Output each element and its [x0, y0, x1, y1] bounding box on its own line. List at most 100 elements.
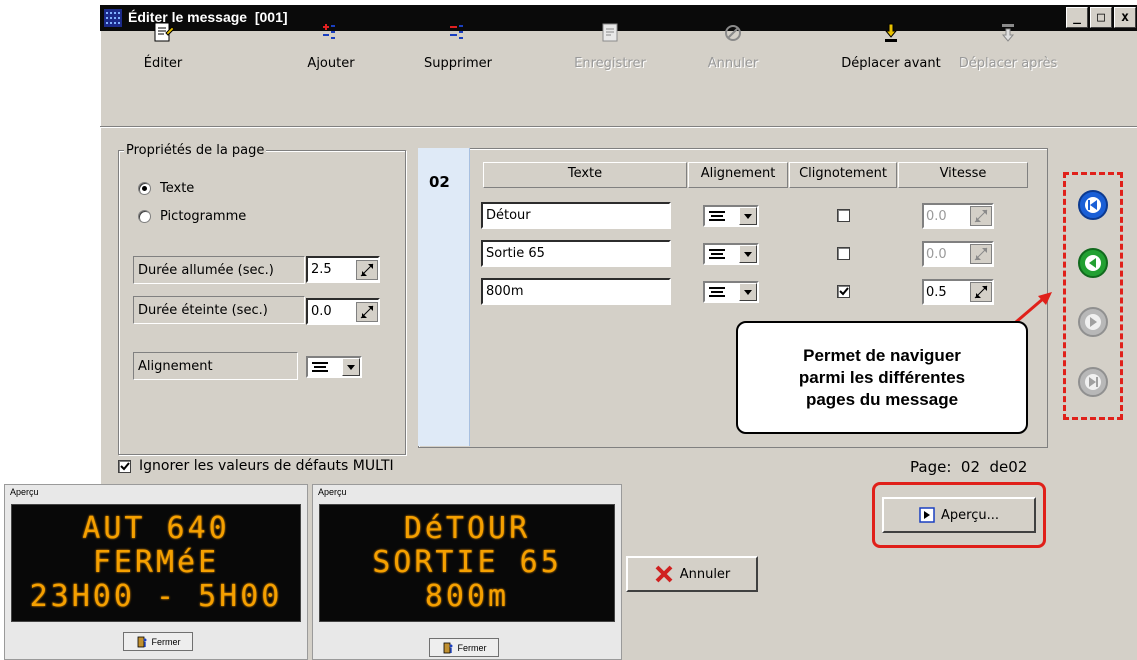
line-3-speed-spinner[interactable]: [970, 282, 992, 302]
line-1-blink-checkbox[interactable]: [837, 209, 850, 222]
chevron-down-icon: [739, 207, 757, 225]
next-page-button[interactable]: [1078, 307, 1108, 337]
preview-button[interactable]: Aperçu...: [882, 497, 1036, 533]
preview-dialog-2: Aperçu DéTOUR SORTIE 65 800m Fermer: [312, 484, 622, 660]
line-2-alignment-select[interactable]: [703, 243, 759, 265]
previous-page-button[interactable]: [1078, 248, 1108, 278]
move-before-icon: [880, 18, 902, 48]
close-button[interactable]: x: [1114, 7, 1136, 28]
minimize-button[interactable]: _: [1066, 7, 1088, 28]
cancel-x-icon: [655, 565, 673, 583]
radio-text-option[interactable]: Texte: [138, 181, 194, 196]
line-3-text-input[interactable]: 800m: [481, 278, 671, 305]
preview-2-close-label: Fermer: [457, 642, 487, 653]
ignore-defaults-label: Ignorer les valeurs de défauts MULTI: [139, 458, 394, 474]
navigation-callout: Permet de naviguer parmi les différentes…: [736, 321, 1028, 434]
line-1-speed-value: 0.0: [926, 208, 947, 224]
toolbar-save-label: Enregistrer: [574, 56, 646, 71]
preview-1-close-label: Fermer: [151, 636, 181, 647]
align-center-icon: [312, 362, 328, 372]
toolbar-delete-button[interactable]: Supprimer: [418, 18, 498, 71]
line-1-speed-spinner[interactable]: [970, 206, 992, 226]
door-exit-icon: [137, 636, 146, 647]
cancel-button-label: Annuler: [679, 566, 731, 582]
off-duration-value: 0.0: [311, 304, 332, 319]
page-properties-title: Propriétés de la page: [124, 143, 267, 158]
column-header-text: Texte: [483, 162, 687, 188]
toolbar-divider: [100, 126, 1137, 128]
delete-icon: [447, 18, 469, 48]
callout-line-1: Permet de naviguer: [803, 345, 961, 365]
preview-2-line-1: DéTOUR: [403, 511, 531, 546]
line-1-speed-field[interactable]: 0.0: [922, 203, 994, 229]
toolbar-edit-label: Éditer: [143, 56, 183, 71]
app-grid-icon: [104, 9, 122, 27]
last-page-button[interactable]: [1078, 367, 1108, 397]
play-icon: [919, 507, 935, 523]
page-number: 02: [429, 173, 450, 191]
radio-picto-label: Pictogramme: [160, 209, 247, 224]
on-duration-field[interactable]: 2.5: [306, 256, 380, 283]
toolbar-edit-button[interactable]: Éditer: [128, 18, 198, 71]
first-page-icon: [1085, 197, 1101, 213]
toolbar-add-button[interactable]: Ajouter: [296, 18, 366, 71]
ignore-defaults-checkbox[interactable]: [118, 459, 131, 473]
preview-2-led-display: DéTOUR SORTIE 65 800m: [319, 504, 615, 622]
column-header-blink: Clignotement: [789, 162, 897, 188]
toolbar-add-label: Ajouter: [307, 56, 355, 71]
maximize-button[interactable]: □: [1090, 7, 1112, 28]
chevron-down-icon: [739, 245, 757, 263]
toolbar-move-after-button[interactable]: Déplacer après: [948, 18, 1068, 71]
line-2-text-input[interactable]: Sortie 65: [481, 240, 671, 267]
line-3-alignment-select[interactable]: [703, 281, 759, 303]
preview-button-label: Aperçu...: [941, 507, 999, 523]
toolbar-delete-label: Supprimer: [424, 56, 492, 71]
page-indicator: Page: 02 de02: [910, 458, 1028, 476]
preview-1-close-button[interactable]: Fermer: [123, 632, 193, 651]
off-duration-spinner[interactable]: [356, 301, 378, 322]
door-exit-icon: [443, 642, 452, 653]
radio-picto[interactable]: [138, 210, 151, 223]
off-duration-field[interactable]: 0.0: [306, 298, 380, 325]
preview-2-line-3: 800m: [424, 579, 510, 614]
toolbar-save-button[interactable]: Enregistrer: [560, 18, 660, 71]
on-duration-spinner[interactable]: [356, 259, 378, 280]
column-header-speed: Vitesse: [898, 162, 1028, 188]
on-duration-value: 2.5: [311, 262, 332, 277]
checkmark-icon: [120, 461, 130, 470]
radio-picto-option[interactable]: Pictogramme: [138, 209, 246, 224]
ignore-defaults-option[interactable]: Ignorer les valeurs de défauts MULTI: [118, 458, 394, 474]
alignment-label: Alignement: [133, 352, 298, 380]
toolbar-undo-button[interactable]: Annuler: [698, 18, 768, 71]
line-3-speed-field[interactable]: 0.5: [922, 279, 994, 305]
toolbar-move-before-button[interactable]: Déplacer avant: [836, 18, 946, 71]
chevron-down-icon: [342, 358, 360, 376]
line-1-text-input[interactable]: Détour: [481, 202, 671, 229]
add-icon: [320, 18, 342, 48]
page-alignment-select[interactable]: [306, 356, 362, 378]
chevron-down-icon: [739, 283, 757, 301]
undo-icon: [722, 18, 744, 48]
preview-2-title: Aperçu: [318, 487, 347, 497]
preview-1-line-3: 23H00 - 5H00: [29, 579, 283, 614]
align-center-icon: [709, 211, 725, 221]
page-tab[interactable]: [418, 148, 470, 446]
line-2-speed-field[interactable]: 0.0: [922, 241, 994, 267]
move-after-icon: [997, 18, 1019, 48]
radio-text[interactable]: [138, 182, 151, 195]
preview-1-led-display: AUT 640 FERMéE 23H00 - 5H00: [11, 504, 301, 622]
preview-dialog-1: Aperçu AUT 640 FERMéE 23H00 - 5H00 Ferme…: [4, 484, 308, 660]
callout-line-3: pages du message: [805, 389, 959, 409]
line-3-speed-value: 0.5: [926, 284, 947, 300]
line-2-speed-spinner[interactable]: [970, 244, 992, 264]
line-2-blink-checkbox[interactable]: [837, 247, 850, 260]
checkmark-icon: [839, 287, 849, 296]
line-2-speed-value: 0.0: [926, 246, 947, 262]
line-1-alignment-select[interactable]: [703, 205, 759, 227]
preview-2-close-button[interactable]: Fermer: [429, 638, 499, 657]
cancel-button[interactable]: Annuler: [626, 556, 758, 592]
preview-2-line-2: SORTIE 65: [372, 545, 562, 580]
line-3-blink-checkbox[interactable]: [837, 285, 850, 298]
first-page-button[interactable]: [1078, 190, 1108, 220]
toolbar-undo-label: Annuler: [707, 56, 759, 71]
